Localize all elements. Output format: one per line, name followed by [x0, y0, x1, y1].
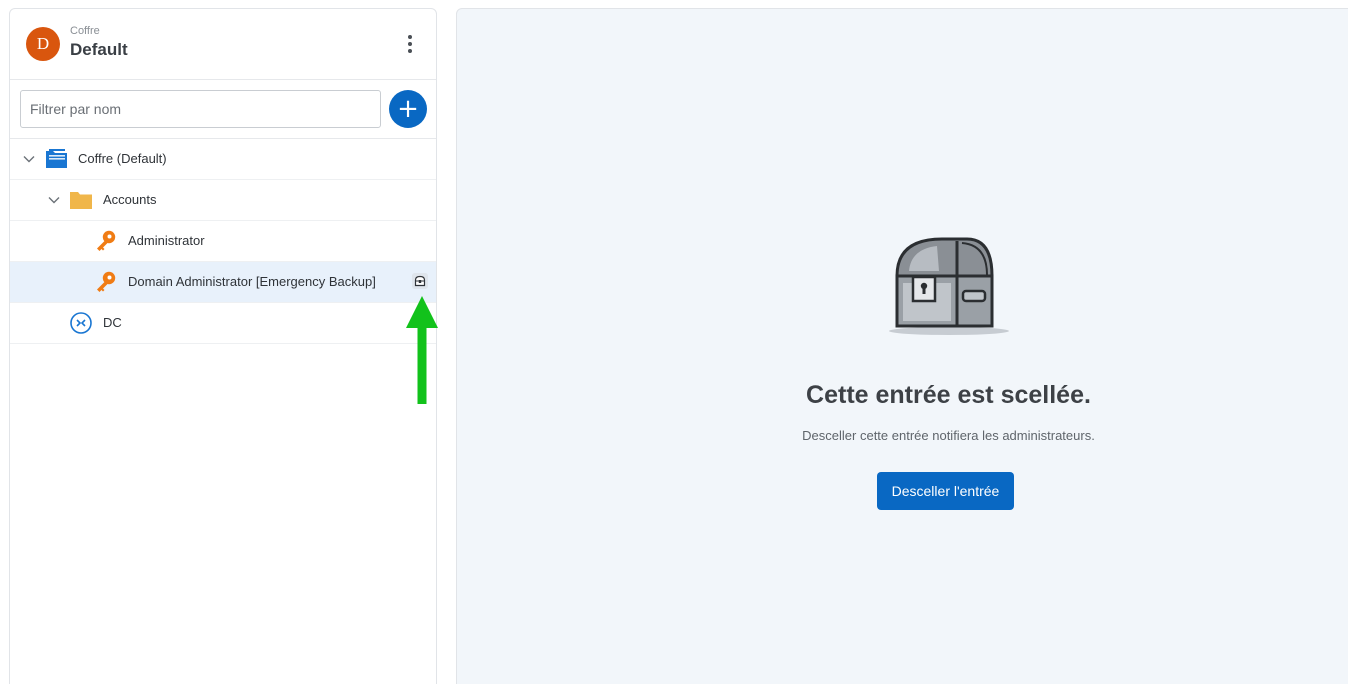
tree-row-vault-root[interactable]: Coffre (Default) — [10, 139, 436, 180]
tree-row-credential-selected[interactable]: Domain Administrator [Emergency Backup] — [10, 262, 436, 303]
app-root: D Coffre Default + Coffre (Def — [0, 0, 1348, 684]
vault-header: D Coffre Default — [10, 9, 436, 80]
remote-desktop-icon — [70, 312, 92, 334]
tree-row-folder-accounts[interactable]: Accounts — [10, 180, 436, 221]
chevron-down-icon[interactable] — [23, 153, 35, 165]
filter-row: + — [10, 80, 436, 139]
key-icon — [97, 271, 116, 292]
tree-label-session: DC — [103, 315, 122, 330]
green-arrow-icon — [406, 296, 438, 404]
tree-label-vault: Coffre (Default) — [78, 151, 167, 166]
unseal-entry-button[interactable]: Desceller l'entrée — [877, 472, 1014, 510]
filter-input[interactable] — [20, 90, 381, 128]
sealed-subtitle: Desceller cette entrée notifiera les adm… — [802, 428, 1095, 443]
sealed-title: Cette entrée est scellée. — [806, 381, 1091, 409]
tree-label-entry: Administrator — [128, 233, 205, 248]
vault-caption: Coffre — [70, 25, 100, 37]
tree-label-entry: Domain Administrator [Emergency Backup] — [128, 274, 376, 289]
sealed-icon — [412, 273, 428, 289]
add-entry-button[interactable]: + — [389, 90, 427, 128]
navigation-panel: D Coffre Default + Coffre (Def — [9, 8, 437, 684]
key-icon — [97, 230, 116, 251]
vault-name[interactable]: Default — [70, 40, 128, 60]
vault-avatar[interactable]: D — [26, 27, 60, 61]
tree-row-session[interactable]: DC — [10, 303, 436, 344]
vault-folder-icon — [46, 149, 67, 168]
chevron-down-icon[interactable] — [48, 194, 60, 206]
tree-label-folder: Accounts — [103, 192, 157, 207]
tree-row-credential[interactable]: Administrator — [10, 221, 436, 262]
treasure-chest-icon — [889, 237, 1009, 335]
plus-icon: + — [397, 94, 419, 124]
entry-detail-panel: Cette entrée est scellée. Desceller cett… — [456, 8, 1348, 684]
folder-icon — [70, 192, 92, 209]
kebab-menu-icon[interactable] — [400, 33, 420, 57]
